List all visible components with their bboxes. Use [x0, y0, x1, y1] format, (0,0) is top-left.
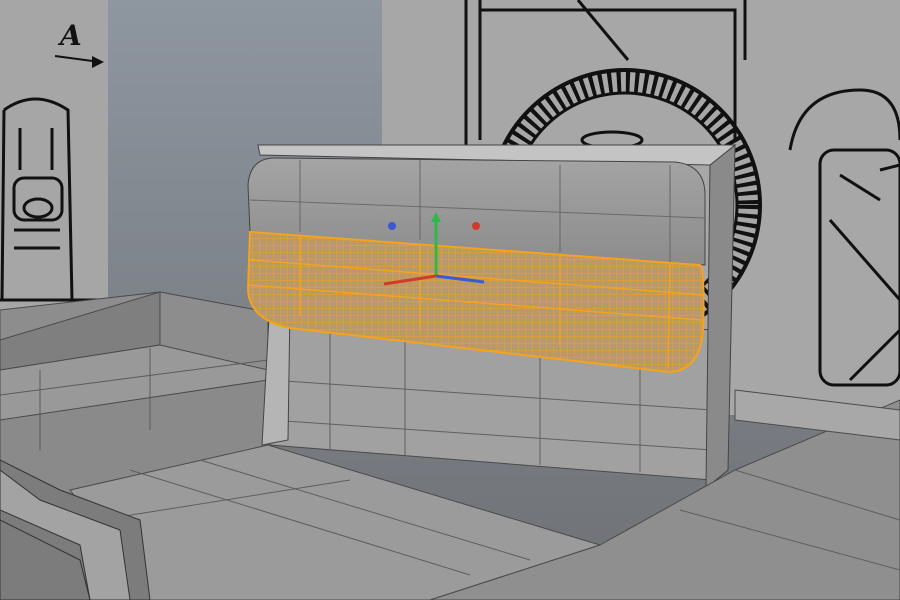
3d-viewport[interactable]: A	[0, 0, 900, 600]
blueprint-plane-left: A	[0, 0, 108, 310]
blueprint-label: A	[57, 19, 82, 52]
viewport-canvas[interactable]: A	[0, 0, 900, 600]
